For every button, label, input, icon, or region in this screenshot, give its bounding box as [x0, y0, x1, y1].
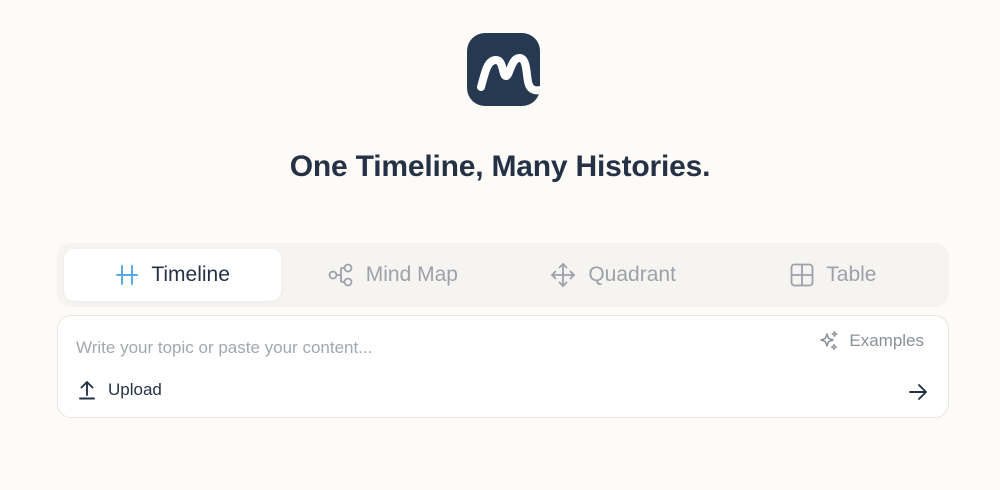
tab-table[interactable]: Table [725, 249, 942, 301]
tab-table-label: Table [826, 263, 877, 286]
sparkles-icon [818, 330, 840, 352]
composer-panel: Examples Upload [57, 315, 949, 418]
tab-timeline[interactable]: Timeline [64, 249, 282, 301]
page: One Timeline, Many Histories. Timeline M… [0, 0, 1000, 490]
tab-mind-map[interactable]: Mind Map [284, 249, 501, 301]
timeline-icon [115, 263, 139, 287]
upload-button[interactable]: Upload [78, 380, 162, 400]
upload-label: Upload [108, 380, 162, 399]
send-button[interactable] [906, 380, 930, 404]
table-grid-icon [790, 263, 814, 287]
examples-button[interactable]: Examples [818, 330, 924, 352]
upload-icon [78, 380, 96, 400]
tab-quadrant[interactable]: Quadrant [505, 249, 722, 301]
page-title: One Timeline, Many Histories. [289, 150, 711, 183]
brand-logo-icon [467, 33, 540, 106]
quadrant-move-icon [550, 262, 576, 288]
tab-quadrant-label: Quadrant [588, 263, 676, 286]
arrow-right-icon [908, 383, 928, 401]
examples-label: Examples [849, 331, 924, 350]
mind-map-icon [328, 263, 354, 287]
tab-timeline-label: Timeline [151, 263, 230, 286]
tab-mind-map-label: Mind Map [365, 263, 458, 286]
mode-tabs: Timeline Mind Map Quadrant Table [57, 243, 949, 307]
topic-input[interactable] [76, 338, 776, 358]
